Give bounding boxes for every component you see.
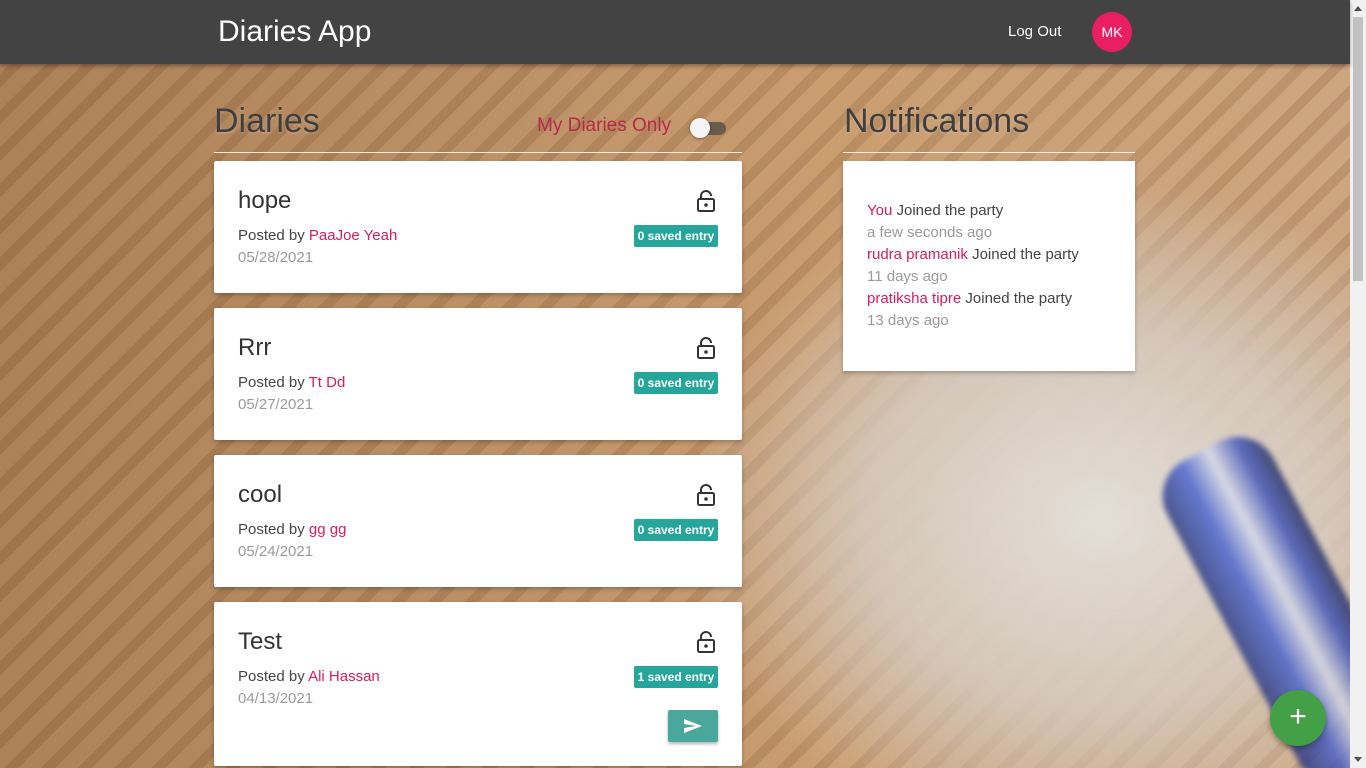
lock-open-icon[interactable] xyxy=(696,337,716,359)
notification-time: 13 days ago xyxy=(867,312,949,329)
notification-user-link[interactable]: pratiksha tipre xyxy=(867,290,961,307)
notification-time: a few seconds ago xyxy=(867,224,993,241)
diary-card[interactable]: hope Posted by PaaJoe Yeah 05/28/2021 0 … xyxy=(214,161,742,293)
diary-date: 05/24/2021 xyxy=(238,543,314,560)
plus-icon: + xyxy=(1289,700,1307,733)
posted-by-label: Posted by xyxy=(238,227,305,244)
notification-item: rudra pramanik Joined the party xyxy=(867,244,1079,266)
notification-item: You Joined the party xyxy=(867,200,1003,222)
author-link[interactable]: gg gg xyxy=(309,521,347,538)
notification-text: Joined the party xyxy=(972,246,1079,263)
diary-title[interactable]: Test xyxy=(238,628,282,656)
posted-by: Posted by Tt Dd xyxy=(238,374,345,392)
notification-text: Joined the party xyxy=(965,290,1073,307)
diaries-heading: Diaries xyxy=(214,102,320,140)
toggle-thumb xyxy=(690,118,710,138)
diary-card[interactable]: Test Posted by Ali Hassan 04/13/2021 1 s… xyxy=(214,602,742,766)
diary-title[interactable]: hope xyxy=(238,187,291,215)
lock-open-icon[interactable] xyxy=(696,484,716,506)
page-scrollbar[interactable] xyxy=(1350,0,1366,768)
diary-date: 04/13/2021 xyxy=(238,690,314,707)
diary-card[interactable]: Rrr Posted by Tt Dd 05/27/2021 0 saved e… xyxy=(214,308,742,440)
posted-by-label: Posted by xyxy=(238,521,305,538)
scroll-up-arrow-icon[interactable] xyxy=(1354,6,1362,11)
author-link[interactable]: Tt Dd xyxy=(309,374,346,391)
posted-by: Posted by Ali Hassan xyxy=(238,668,380,686)
scroll-down-arrow-icon[interactable] xyxy=(1354,757,1362,762)
author-link[interactable]: PaaJoe Yeah xyxy=(309,227,397,244)
diary-card[interactable]: cool Posted by gg gg 05/24/2021 0 saved … xyxy=(214,455,742,587)
add-diary-button[interactable]: + xyxy=(1270,690,1326,746)
diary-date: 05/27/2021 xyxy=(238,396,314,413)
diary-title[interactable]: Rrr xyxy=(238,334,271,362)
user-avatar[interactable]: MK xyxy=(1092,12,1132,52)
saved-entry-badge: 0 saved entry xyxy=(634,225,718,247)
diary-date: 05/28/2021 xyxy=(238,249,314,266)
posted-by-label: Posted by xyxy=(238,668,305,685)
saved-entry-badge: 0 saved entry xyxy=(634,372,718,394)
notifications-card: You Joined the party a few seconds ago r… xyxy=(843,161,1135,371)
author-link[interactable]: Ali Hassan xyxy=(308,668,380,685)
my-diaries-only-label: My Diaries Only xyxy=(537,115,672,136)
notifications-divider xyxy=(843,152,1135,153)
saved-entry-badge: 1 saved entry xyxy=(634,666,718,688)
posted-by: Posted by gg gg xyxy=(238,521,346,539)
background-pen-image xyxy=(1148,422,1366,768)
notification-text: Joined the party xyxy=(896,202,1004,219)
notification-time: 11 days ago xyxy=(867,268,948,285)
send-icon xyxy=(684,719,702,733)
my-diaries-only-toggle[interactable] xyxy=(690,118,728,138)
lock-open-icon[interactable] xyxy=(696,190,716,212)
notification-item: pratiksha tipre Joined the party xyxy=(867,288,1072,310)
scrollbar-thumb[interactable] xyxy=(1353,17,1363,281)
notification-user-link[interactable]: rudra pramanik xyxy=(867,246,968,263)
lock-open-icon[interactable] xyxy=(696,631,716,653)
diaries-divider xyxy=(214,152,742,153)
notification-user-link[interactable]: You xyxy=(867,202,892,219)
logout-link[interactable]: Log Out xyxy=(1008,22,1061,42)
diary-title[interactable]: cool xyxy=(238,481,282,509)
posted-by: Posted by PaaJoe Yeah xyxy=(238,227,397,245)
top-navbar: Diaries App Log Out MK xyxy=(0,0,1350,64)
notifications-heading: Notifications xyxy=(844,102,1030,140)
saved-entry-badge: 0 saved entry xyxy=(634,519,718,541)
send-button[interactable] xyxy=(668,710,718,742)
app-title[interactable]: Diaries App xyxy=(218,13,371,51)
posted-by-label: Posted by xyxy=(238,374,305,391)
